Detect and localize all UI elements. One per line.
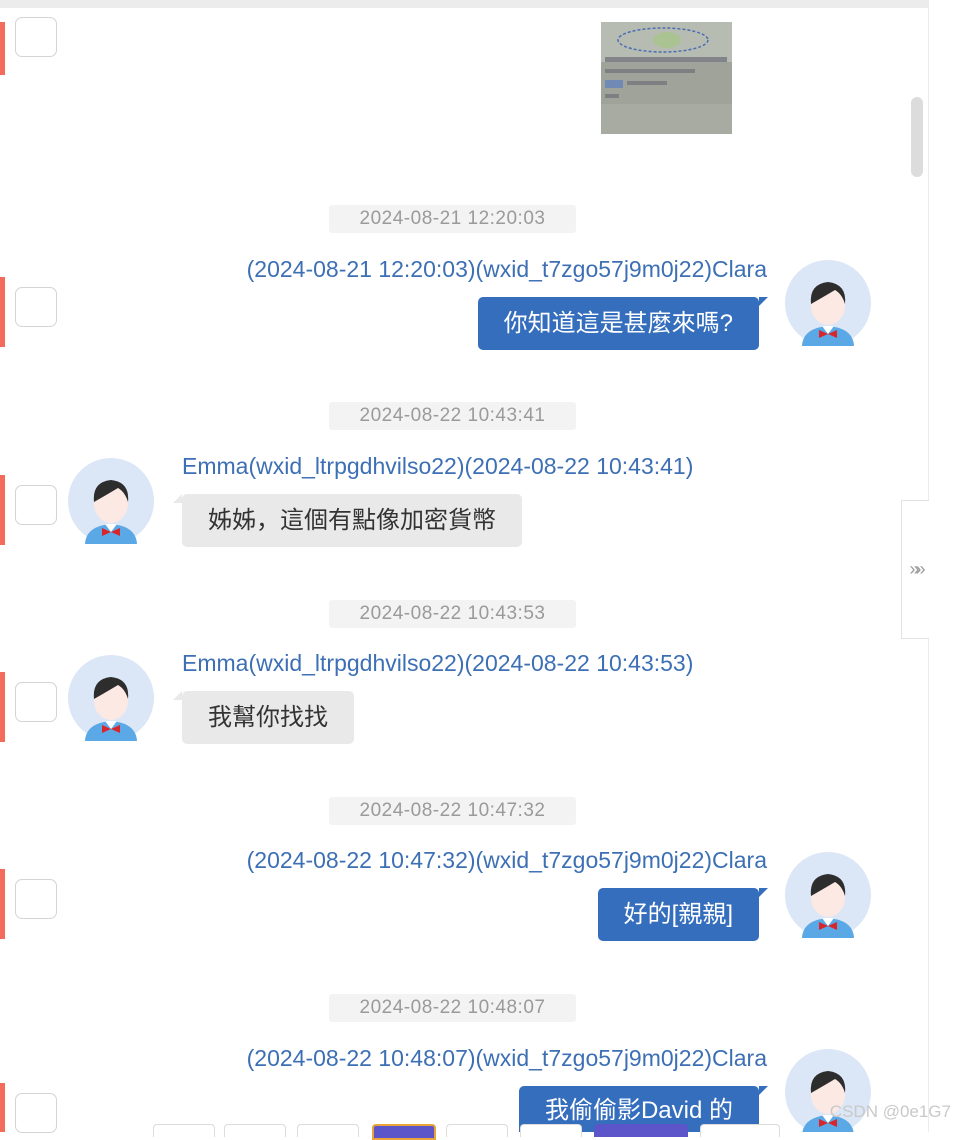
sender-label: Emma(wxid_ltrpgdhvilso22)(2024-08-22 10:… bbox=[182, 650, 694, 676]
sender-label: (2024-08-22 10:47:32)(wxid_t7zgo57j9m0j2… bbox=[246, 847, 767, 873]
message-timestamp: 2024-08-21 12:20:03 bbox=[329, 205, 576, 233]
expand-panel-handle[interactable]: »» bbox=[901, 500, 929, 639]
user-avatar-icon[interactable] bbox=[785, 852, 871, 938]
pager-button[interactable] bbox=[700, 1124, 780, 1137]
message-timestamp: 2024-08-22 10:43:53 bbox=[329, 600, 576, 628]
bubble-tail bbox=[173, 691, 182, 700]
user-avatar-icon[interactable] bbox=[785, 260, 871, 346]
pager-button[interactable] bbox=[594, 1124, 688, 1137]
pager-button[interactable] bbox=[153, 1124, 215, 1137]
message-select-checkbox[interactable] bbox=[15, 485, 57, 525]
bubble-tail bbox=[759, 888, 768, 897]
message-select-checkbox[interactable] bbox=[15, 17, 57, 57]
sender-label: (2024-08-21 12:20:03)(wxid_t7zgo57j9m0j2… bbox=[246, 256, 767, 282]
watermark: CSDN @0e1G7 bbox=[829, 1102, 951, 1121]
message-image[interactable] bbox=[601, 22, 732, 134]
sender-label: Emma(wxid_ltrpgdhvilso22)(2024-08-22 10:… bbox=[182, 453, 694, 479]
user-avatar-icon[interactable] bbox=[68, 655, 154, 741]
user-avatar-icon[interactable] bbox=[68, 458, 154, 544]
sender-label: (2024-08-22 10:48:07)(wxid_t7zgo57j9m0j2… bbox=[246, 1045, 767, 1071]
selected-marker bbox=[0, 475, 5, 545]
bubble-tail bbox=[173, 494, 182, 503]
message-bubble[interactable]: 姊姊，這個有點像加密貨幣 bbox=[182, 494, 522, 547]
message-select-checkbox[interactable] bbox=[15, 1093, 57, 1133]
selected-marker bbox=[0, 22, 5, 75]
message-bubble[interactable]: 我幫你找找 bbox=[182, 691, 354, 744]
pager-button[interactable] bbox=[297, 1124, 359, 1137]
chevron-double-right-icon: »» bbox=[909, 559, 925, 579]
message-select-checkbox[interactable] bbox=[15, 879, 57, 919]
message-bubble[interactable]: 好的[親親] bbox=[597, 888, 759, 941]
message-bubble[interactable]: 你知道這是甚麼來嗎? bbox=[477, 297, 759, 350]
message-select-checkbox[interactable] bbox=[15, 287, 57, 327]
bubble-tail bbox=[759, 1086, 768, 1095]
pager-button-active[interactable] bbox=[372, 1124, 436, 1140]
pager-button[interactable] bbox=[224, 1124, 286, 1137]
top-bar bbox=[0, 0, 929, 8]
selected-marker bbox=[0, 277, 5, 347]
selected-marker bbox=[0, 869, 5, 939]
scrollbar-thumb[interactable] bbox=[911, 97, 923, 177]
message-timestamp: 2024-08-22 10:43:41 bbox=[329, 402, 576, 430]
pager-button[interactable] bbox=[520, 1124, 582, 1137]
selected-marker bbox=[0, 1083, 5, 1132]
message-select-checkbox[interactable] bbox=[15, 682, 57, 722]
bubble-tail bbox=[759, 297, 768, 306]
message-timestamp: 2024-08-22 10:48:07 bbox=[329, 994, 576, 1022]
message-timestamp: 2024-08-22 10:47:32 bbox=[329, 797, 576, 825]
pager-button[interactable] bbox=[446, 1124, 508, 1137]
selected-marker bbox=[0, 672, 5, 742]
